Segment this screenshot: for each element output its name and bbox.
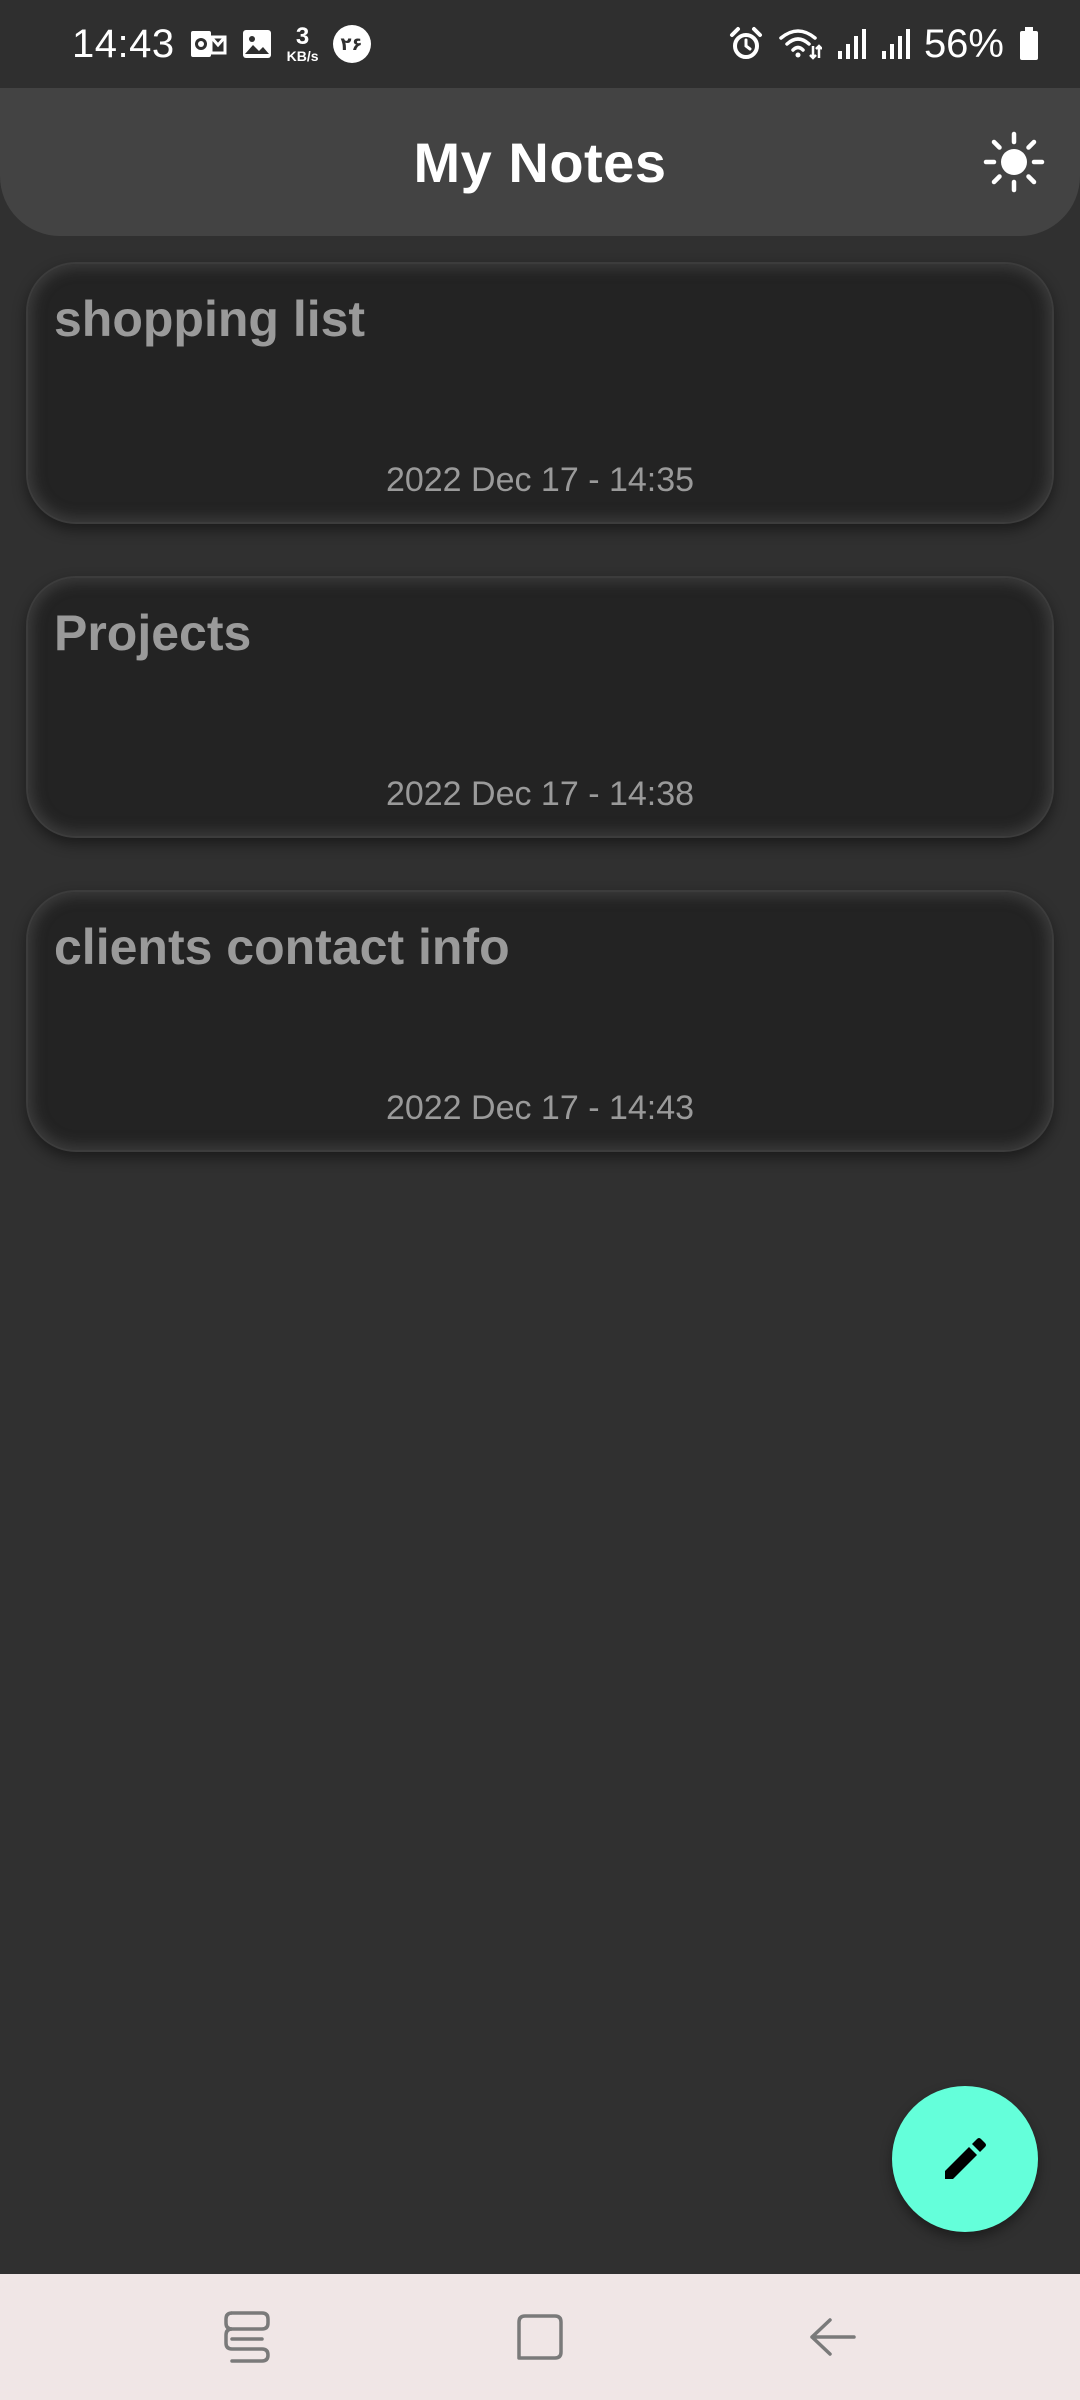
add-note-button[interactable]: [892, 2086, 1038, 2232]
back-button[interactable]: [788, 2292, 878, 2382]
sun-icon: [983, 131, 1045, 193]
screen: 14:43 3 KB/s ۲۶ 56% My Notes shopping li…: [0, 0, 1080, 2400]
navigation-bar: [0, 2274, 1080, 2400]
back-icon: [810, 2318, 857, 2356]
home-button[interactable]: [495, 2292, 585, 2382]
wifi-icon: [778, 24, 822, 64]
notification-badge: ۲۶: [332, 25, 371, 63]
status-left: 14:43 3 KB/s ۲۶: [72, 22, 371, 67]
alarm-icon: [728, 24, 764, 64]
status-bar: 14:43 3 KB/s ۲۶ 56%: [0, 0, 1080, 88]
note-date: 2022 Dec 17 - 14:35: [385, 461, 695, 499]
theme-toggle-button[interactable]: [980, 128, 1048, 196]
battery-percentage: 56%: [923, 21, 1004, 66]
status-time: 14:43: [72, 21, 175, 66]
outlook-icon: [189, 24, 227, 64]
note-date: 2022 Dec 17 - 14:38: [385, 775, 695, 813]
note-card[interactable]: shopping list 2022 Dec 17 - 14:35: [26, 262, 1054, 524]
signal-icon: [836, 24, 866, 64]
recent-apps-button[interactable]: [202, 2292, 292, 2382]
note-title: Projects: [54, 605, 252, 661]
net-speed-unit: KB/s: [286, 48, 319, 64]
pencil-icon: [945, 2138, 986, 2179]
signal-icon: [880, 24, 910, 64]
note-title: clients contact info: [54, 919, 510, 975]
note-date: 2022 Dec 17 - 14:43: [385, 1089, 695, 1127]
home-icon: [517, 2314, 563, 2360]
notes-list: shopping list 2022 Dec 17 - 14:35 Projec…: [26, 262, 1054, 1204]
note-title: shopping list: [54, 291, 366, 347]
note-card[interactable]: clients contact info 2022 Dec 17 - 14:43: [26, 890, 1054, 1152]
status-right: 56%: [728, 22, 1040, 67]
battery-icon: [1018, 24, 1040, 64]
recent-apps-icon: [223, 2311, 270, 2363]
note-card[interactable]: Projects 2022 Dec 17 - 14:38: [26, 576, 1054, 838]
net-speed-value: 3: [295, 23, 310, 50]
gallery-icon: [241, 24, 273, 64]
net-speed: 3 KB/s: [286, 23, 319, 64]
page-title: My Notes: [413, 130, 667, 194]
app-bar: My Notes: [0, 88, 1080, 236]
